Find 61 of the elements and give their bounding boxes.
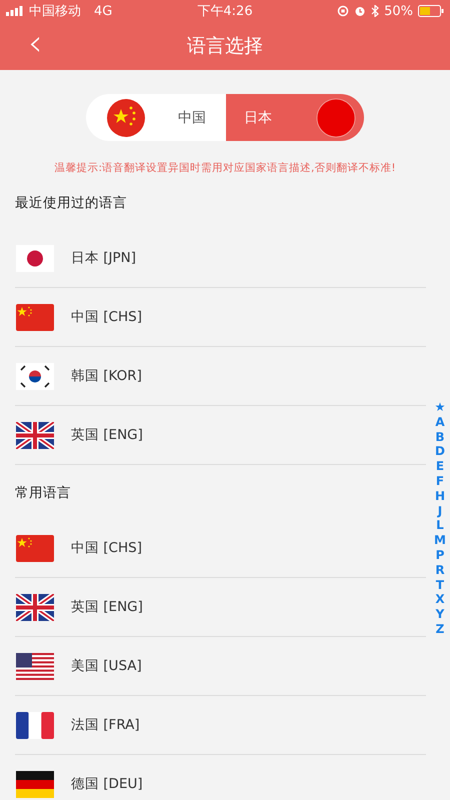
language-toggle-option[interactable]: 中国 xyxy=(86,94,226,141)
language-row[interactable]: 英国 [ENG] xyxy=(15,406,426,465)
alarm-icon xyxy=(354,5,366,17)
battery-percent: 50% xyxy=(384,4,413,18)
flag-icon xyxy=(316,98,356,138)
language-row[interactable]: 中国 [CHS] xyxy=(15,288,426,347)
flag-icon xyxy=(16,652,54,680)
back-button[interactable]: ‹ xyxy=(22,26,48,62)
language-row[interactable]: 法国 [FRA] xyxy=(15,696,426,755)
flag-icon xyxy=(16,244,54,272)
index-letter[interactable]: A xyxy=(435,414,445,430)
language-row[interactable]: 美国 [USA] xyxy=(15,637,426,696)
index-letter[interactable]: M xyxy=(434,533,446,548)
language-name: 美国 [USA] xyxy=(71,657,142,675)
flag-icon xyxy=(16,304,54,330)
index-letter[interactable]: L xyxy=(436,518,444,534)
flag-icon xyxy=(16,712,54,738)
network-type: 4G xyxy=(94,4,112,18)
flag-icon xyxy=(16,594,54,620)
rotation-lock-icon xyxy=(337,5,350,17)
index-letter[interactable]: D xyxy=(435,444,445,460)
flag-icon xyxy=(16,534,54,562)
language-row[interactable]: 日本 [JPN] xyxy=(15,229,426,288)
language-row[interactable]: 德国 [DEU] xyxy=(15,755,426,800)
language-toggle-option[interactable]: 日本 xyxy=(226,94,364,141)
clock-time: 下午4:26 xyxy=(197,3,253,20)
language-name: 中国 [CHS] xyxy=(71,308,142,326)
flag-icon xyxy=(16,362,54,390)
language-name: 英国 [ENG] xyxy=(71,426,143,444)
language-row[interactable]: 中国 [CHS] xyxy=(15,519,426,578)
index-letter[interactable]: H xyxy=(434,488,446,504)
index-letter[interactable]: B xyxy=(435,430,445,444)
battery-icon xyxy=(418,5,444,17)
index-letter[interactable]: Y xyxy=(436,607,444,622)
signal-icon xyxy=(6,6,24,16)
flag-icon xyxy=(106,98,146,138)
section-title: 常用语言 xyxy=(15,485,71,501)
index-letter[interactable]: T xyxy=(436,578,444,592)
language-row[interactable]: 英国 [ENG] xyxy=(15,578,426,637)
index-letter[interactable]: P xyxy=(436,548,444,563)
language-name: 韩国 [KOR] xyxy=(71,367,142,385)
language-name: 日本 [JPN] xyxy=(71,249,136,267)
flag-icon xyxy=(16,422,54,448)
index-letter[interactable]: J xyxy=(438,504,442,518)
index-letter[interactable]: R xyxy=(435,562,445,578)
index-letter[interactable]: E xyxy=(436,459,444,474)
language-name: 德国 [DEU] xyxy=(71,775,143,793)
page-title: 语言选择 xyxy=(187,34,263,59)
index-letter[interactable]: Z xyxy=(436,622,444,637)
section-title: 最近使用过的语言 xyxy=(15,195,127,211)
bluetooth-icon xyxy=(371,5,380,17)
language-name: 法国 [FRA] xyxy=(71,716,140,734)
index-letter[interactable]: F xyxy=(436,474,444,489)
index-letter[interactable]: ★ xyxy=(434,400,446,415)
hint-text: 温馨提示:语音翻译设置异国时需用对应国家语言描述,否则翻译不标准! xyxy=(53,161,397,175)
language-name: 英国 [ENG] xyxy=(71,598,143,616)
carrier-name: 中国移动 xyxy=(29,3,81,20)
flag-icon xyxy=(16,770,54,798)
language-row[interactable]: 韩国 [KOR] xyxy=(15,347,426,406)
language-name: 中国 [CHS] xyxy=(71,539,142,557)
index-letter[interactable]: X xyxy=(435,592,445,608)
